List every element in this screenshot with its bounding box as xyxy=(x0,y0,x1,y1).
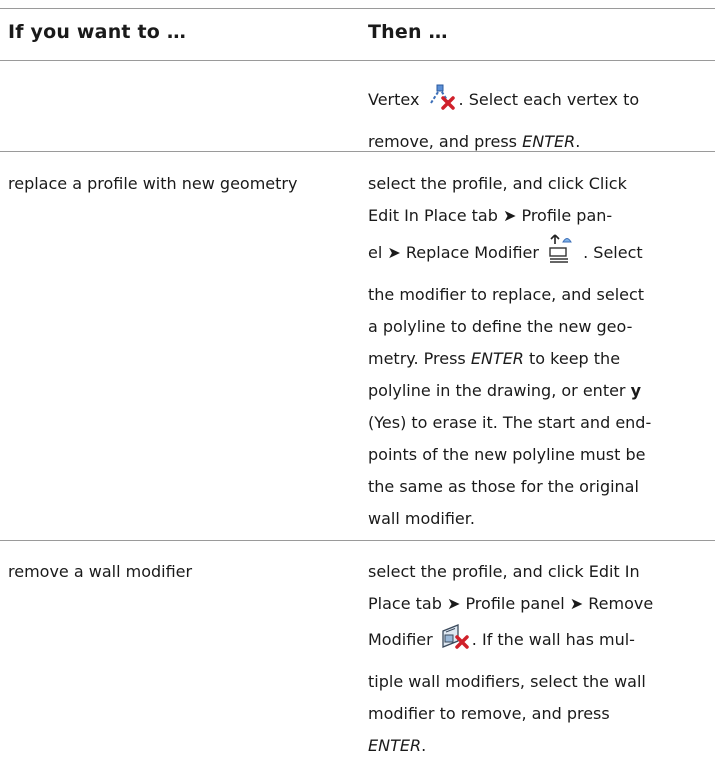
row2-line-5: a polyline to define the new geo- xyxy=(368,317,633,336)
row1-instructions: Vertex . Select each vertex to remove, a… xyxy=(368,80,708,158)
row1-enter-key: ENTER xyxy=(522,132,576,151)
row1-rule xyxy=(0,151,715,152)
row1-text-vertex: Vertex xyxy=(368,90,420,109)
row1-text-select: . Select each vertex to xyxy=(458,90,640,109)
header-rule xyxy=(0,60,715,61)
row2-enter-key: ENTER xyxy=(470,349,524,368)
row3-enter-key: ENTER xyxy=(368,736,422,755)
row2-rule xyxy=(0,540,715,541)
row3-line-2: Place tab ➤ Profile panel ➤ Remove xyxy=(368,594,654,613)
remove-vertex-icon xyxy=(427,81,457,126)
header-if-you-want-to: If you want to … xyxy=(8,21,187,43)
row3-line-4: tiple wall modifiers, select the wall xyxy=(368,672,646,691)
row2-line-6a: metry. Press xyxy=(368,349,471,368)
row2-action: replace a profile with new geometry xyxy=(8,174,298,193)
row3-instructions: select the profile, and click Edit In Pl… xyxy=(368,556,708,762)
row2-y-key: y xyxy=(630,381,642,400)
row2-line-9: points of the new polyline must be xyxy=(368,445,646,464)
header-then: Then … xyxy=(368,21,448,43)
row2-line-11: wall modifier. xyxy=(368,509,475,528)
replace-modifier-icon xyxy=(546,232,576,279)
row2-line-4: the modifier to replace, and select xyxy=(368,285,645,304)
table-top-rule xyxy=(0,8,715,9)
row2-line-6c: to keep the xyxy=(523,349,621,368)
row2-line-10: the same as those for the original xyxy=(368,477,639,496)
row3-line-3b: . If the wall has mul- xyxy=(471,630,635,649)
row2-line-3b: . Select xyxy=(583,243,643,262)
row3-line-3a: Modifier xyxy=(368,630,433,649)
row1-period: . xyxy=(575,132,581,151)
row2-line-7a: polyline in the drawing, or enter xyxy=(368,381,631,400)
row1-text-remove: remove, and press xyxy=(368,132,523,151)
row2-line-3a: el ➤ Replace Modifier xyxy=(368,243,539,262)
row3-period: . xyxy=(421,736,427,755)
row3-line-5: modifier to remove, and press xyxy=(368,704,610,723)
row3-action: remove a wall modifier xyxy=(8,562,193,581)
row2-line-2: Edit In Place tab ➤ Profile pan- xyxy=(368,206,613,225)
row2-line-8: (Yes) to erase it. The start and end- xyxy=(368,413,652,432)
row2-line-1: select the profile, and click Click xyxy=(368,174,627,193)
remove-modifier-icon xyxy=(440,621,470,666)
row2-instructions: select the profile, and click Click Edit… xyxy=(368,168,708,535)
row3-line-1: select the profile, and click Edit In xyxy=(368,562,640,581)
